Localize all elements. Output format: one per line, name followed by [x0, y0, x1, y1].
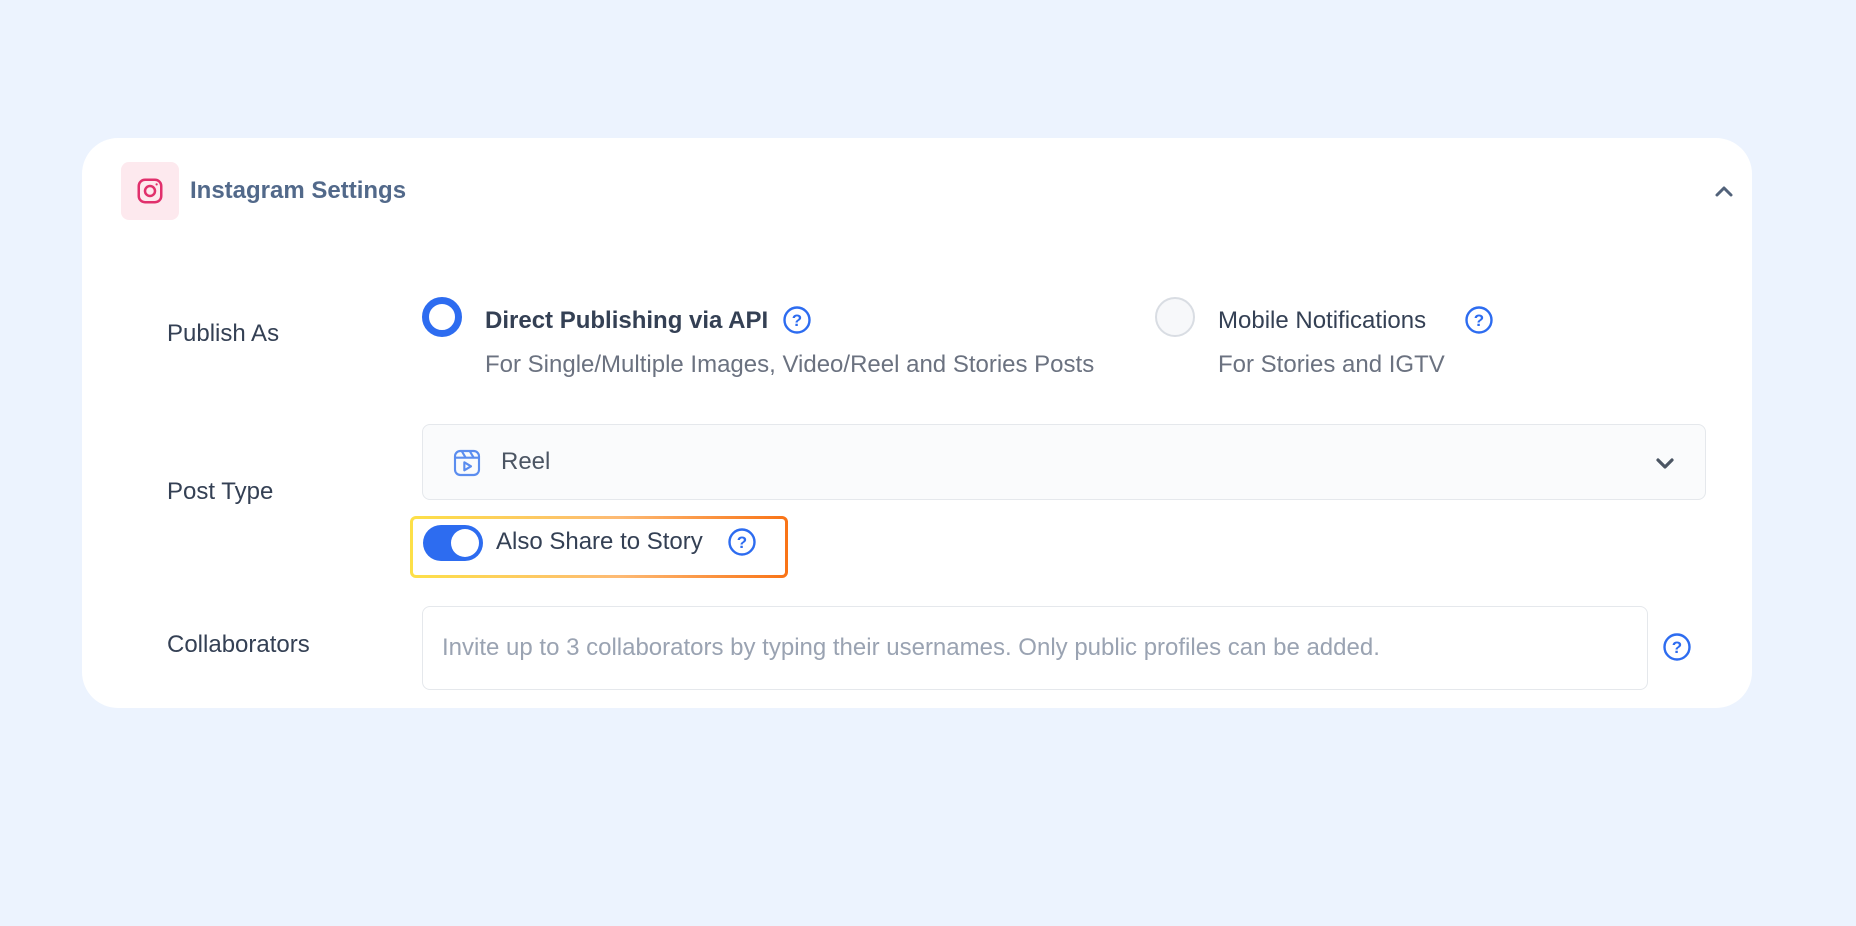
- svg-text:?: ?: [1474, 311, 1484, 330]
- collaborators-input[interactable]: [422, 606, 1648, 690]
- instagram-settings-card: Instagram Settings Publish As Direct Pub…: [82, 138, 1752, 708]
- radio-mobile-notifications[interactable]: [1155, 297, 1195, 337]
- direct-publishing-title: Direct Publishing via API: [485, 307, 769, 334]
- help-icon[interactable]: ?: [727, 527, 757, 557]
- help-icon[interactable]: ?: [782, 305, 812, 335]
- collaborators-label: Collaborators: [167, 631, 310, 658]
- help-icon[interactable]: ?: [1464, 305, 1494, 335]
- mobile-notifications-title: Mobile Notifications: [1218, 307, 1427, 334]
- post-type-label: Post Type: [167, 478, 274, 505]
- direct-publishing-subtitle: For Single/Multiple Images, Video/Reel a…: [485, 351, 1095, 378]
- svg-text:?: ?: [792, 311, 802, 330]
- settings-title: Instagram Settings: [190, 177, 407, 204]
- radio-direct-publishing[interactable]: [422, 297, 462, 337]
- chevron-down-icon: [1656, 458, 1674, 469]
- collapse-button[interactable]: [1710, 178, 1738, 206]
- svg-text:?: ?: [737, 533, 747, 552]
- toggle-knob: [451, 529, 479, 557]
- share-to-story-highlight: Also Share to Story ?: [410, 516, 788, 578]
- publish-as-label: Publish As: [167, 320, 280, 347]
- mobile-notifications-subtitle: For Stories and IGTV: [1218, 351, 1445, 378]
- post-type-select[interactable]: Reel: [422, 424, 1706, 500]
- post-type-value: Reel: [501, 448, 551, 475]
- instagram-icon: [121, 162, 179, 220]
- chevron-up-icon: [1715, 186, 1733, 197]
- share-to-story-toggle[interactable]: [423, 525, 483, 561]
- svg-text:?: ?: [1672, 638, 1682, 657]
- reel-icon: [453, 449, 481, 477]
- help-icon[interactable]: ?: [1662, 632, 1692, 662]
- share-to-story-label: Also Share to Story: [496, 528, 703, 555]
